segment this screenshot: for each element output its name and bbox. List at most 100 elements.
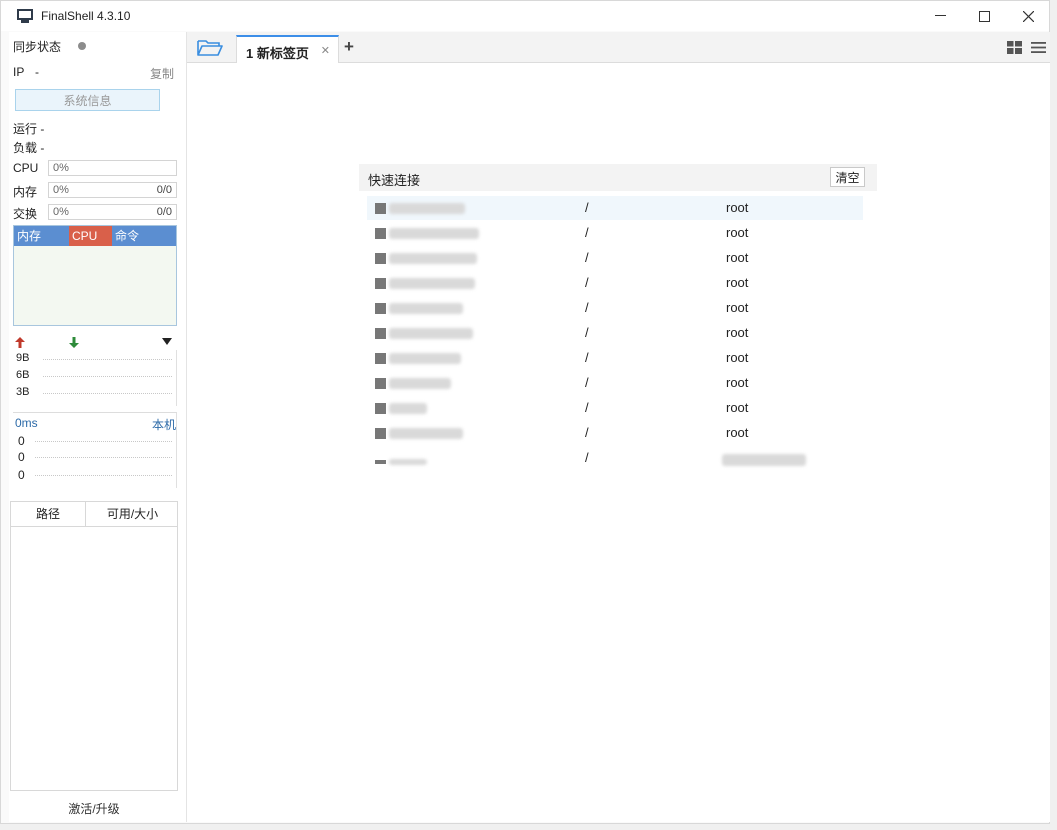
clear-button[interactable]: 清空 — [830, 167, 865, 187]
connection-path: / — [585, 450, 589, 465]
copy-ip-button[interactable]: 复制 — [150, 65, 174, 82]
redacted-host — [389, 228, 479, 239]
redacted-host — [389, 203, 465, 214]
menu-icon[interactable] — [1031, 41, 1046, 54]
connection-path: / — [585, 350, 589, 365]
connection-path: / — [585, 325, 589, 340]
process-list-header: 内存 CPU 命令 — [14, 226, 176, 246]
connection-row[interactable]: / root — [367, 321, 863, 345]
finalshell-logo-icon — [17, 9, 33, 23]
latency-axis-label: 0 — [18, 450, 25, 464]
system-info-button[interactable]: 系统信息 — [15, 89, 160, 111]
server-icon — [375, 303, 386, 314]
network-traffic-header — [13, 335, 177, 349]
process-tab-cpu[interactable]: CPU — [69, 226, 112, 246]
network-axis-label: 3B — [16, 386, 30, 398]
network-axis-label: 9B — [16, 352, 30, 364]
connection-user: root — [726, 300, 749, 315]
tab-label: 1 新标签页 — [246, 46, 309, 61]
quick-connect-title: 快速连接 — [368, 173, 421, 188]
quick-connect-panel: 快速连接 清空 / root / root / root / root / ro… — [359, 164, 877, 474]
tab-bar: 1 新标签页 ✕ + — [187, 32, 1050, 63]
uptime-label: 运行 - — [13, 122, 45, 136]
latency-axis-label: 0 — [18, 468, 25, 482]
memory-meter: 0% 0/0 — [48, 182, 177, 198]
swap-meter: 0% 0/0 — [48, 204, 177, 220]
connection-user: root — [726, 250, 749, 265]
connection-row[interactable]: / root — [367, 421, 863, 445]
connection-row[interactable]: / root — [367, 296, 863, 320]
network-axis-label: 6B — [16, 369, 30, 381]
connection-path: / — [585, 425, 589, 440]
connection-path: / — [585, 250, 589, 265]
cpu-label: CPU — [13, 161, 39, 175]
server-icon — [375, 253, 386, 264]
disk-table: 路径 可用/大小 — [10, 501, 178, 791]
redacted-host — [389, 353, 461, 364]
redacted-host — [389, 303, 463, 314]
memory-ratio: 0/0 — [156, 184, 172, 196]
server-icon — [375, 403, 386, 414]
connection-row[interactable]: / root — [367, 396, 863, 420]
connection-user: root — [726, 325, 749, 340]
server-icon — [375, 203, 386, 214]
connection-row[interactable]: / root — [367, 271, 863, 295]
redacted-host — [389, 403, 427, 414]
tab-close-icon[interactable]: ✕ — [321, 44, 330, 57]
cpu-percent: 0% — [53, 162, 69, 174]
add-tab-button[interactable]: + — [344, 37, 354, 57]
cpu-meter: 0% — [48, 160, 177, 176]
minimize-button[interactable] — [917, 1, 963, 31]
connection-user: root — [726, 275, 749, 290]
process-tab-command[interactable]: 命令 — [112, 226, 178, 246]
connection-path: / — [585, 200, 589, 215]
connection-row[interactable]: / root — [367, 221, 863, 245]
disk-table-header: 路径 可用/大小 — [11, 502, 177, 527]
server-icon — [375, 378, 386, 389]
redacted-host — [389, 278, 475, 289]
maximize-button[interactable] — [961, 1, 1007, 31]
swap-percent: 0% — [53, 206, 69, 218]
swap-ratio: 0/0 — [156, 206, 172, 218]
close-icon — [1022, 10, 1034, 22]
connection-path: / — [585, 300, 589, 315]
process-tab-memory[interactable]: 内存 — [14, 226, 69, 246]
disk-col-size[interactable]: 可用/大小 — [86, 502, 179, 527]
server-icon — [375, 278, 386, 289]
sync-status-label: 同步状态 — [13, 40, 62, 54]
maximize-icon — [978, 10, 990, 22]
ip-value: - — [35, 65, 39, 79]
main-area: 1 新标签页 ✕ + 快速连接 清空 / root / root / root … — [186, 32, 1050, 822]
connection-row[interactable]: / — [367, 446, 863, 470]
tab-new-tab[interactable]: 1 新标签页 ✕ — [236, 35, 339, 63]
upload-arrow-icon — [15, 337, 25, 348]
disk-col-path[interactable]: 路径 — [11, 502, 86, 527]
latency-chart: 0ms 本机 0 0 0 — [13, 412, 177, 488]
open-folder-icon[interactable] — [197, 39, 223, 57]
redacted-host — [389, 253, 477, 264]
server-icon — [375, 328, 386, 339]
activate-upgrade-link[interactable]: 激活/升级 — [9, 800, 179, 817]
connection-user: root — [726, 375, 749, 390]
latency-local-selector[interactable]: 本机 — [152, 416, 176, 433]
interface-dropdown-icon[interactable] — [162, 338, 172, 345]
sidebar: 同步状态 IP - 复制 系统信息 运行 - 负载 - CPU 0% 内存 0%… — [9, 32, 186, 822]
swap-label: 交换 — [13, 207, 38, 221]
grid-view-icon[interactable] — [1007, 41, 1022, 54]
connection-row[interactable]: / root — [367, 246, 863, 270]
connection-row[interactable]: / root — [367, 196, 863, 220]
server-icon — [375, 228, 386, 239]
latency-value: 0ms — [15, 416, 38, 430]
server-icon — [375, 428, 386, 439]
quick-connect-header: 快速连接 清空 — [359, 164, 877, 191]
close-button[interactable] — [1005, 1, 1051, 31]
connection-row[interactable]: / root — [367, 346, 863, 370]
connection-path: / — [585, 225, 589, 240]
redacted-user — [722, 454, 806, 466]
connection-user: root — [726, 350, 749, 365]
redacted-host — [389, 328, 473, 339]
connection-user: root — [726, 425, 749, 440]
connection-row[interactable]: / root — [367, 371, 863, 395]
redacted-host — [389, 428, 463, 439]
latency-axis-label: 0 — [18, 434, 25, 448]
